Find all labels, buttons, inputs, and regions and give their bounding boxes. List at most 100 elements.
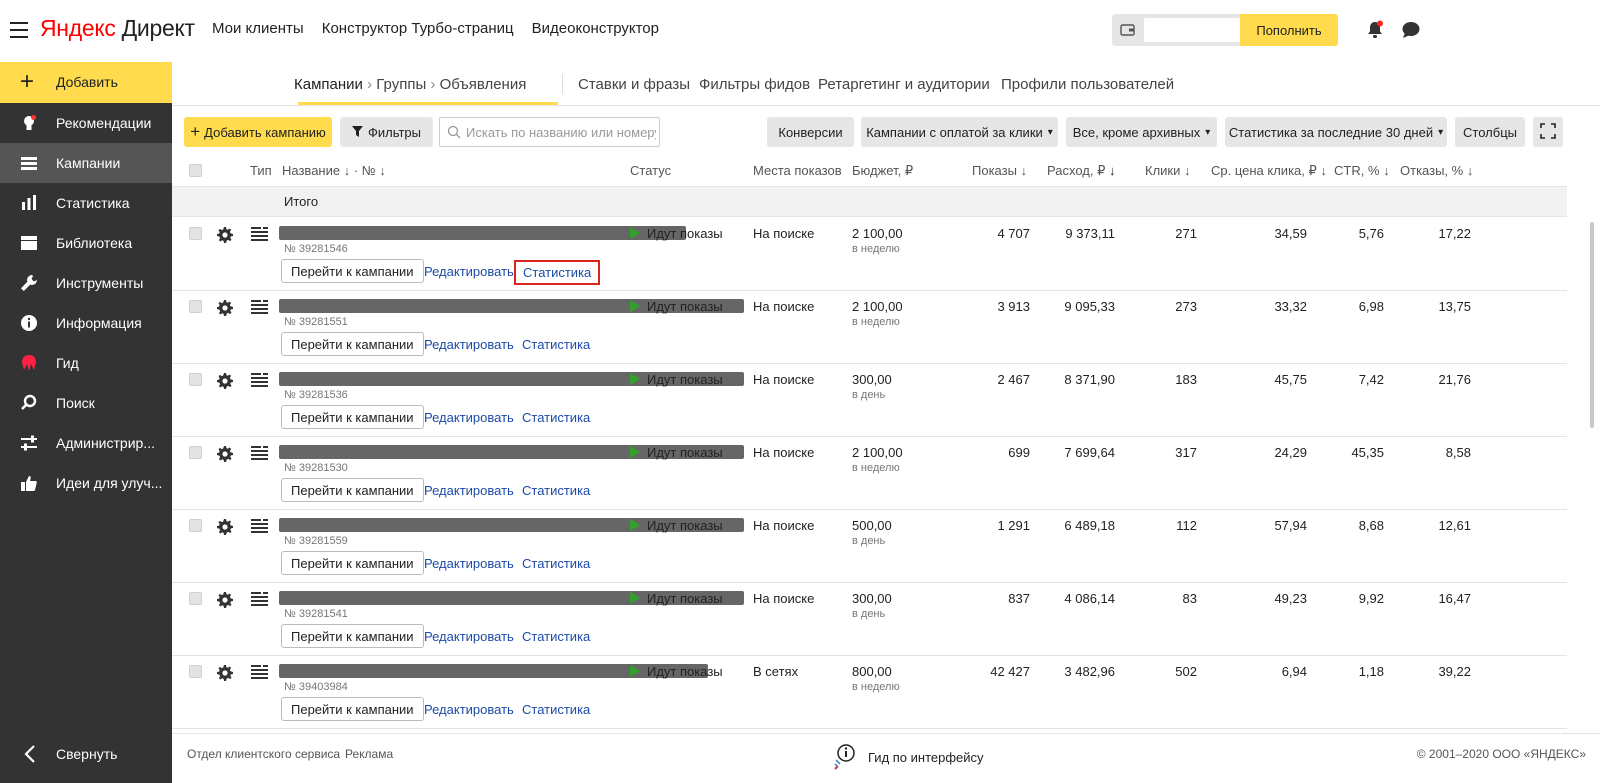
row-checkbox[interactable]	[189, 446, 202, 459]
tab-groups[interactable]: Группы	[376, 76, 426, 93]
search-input[interactable]	[466, 123, 656, 141]
edit-link[interactable]: Редактировать	[424, 264, 514, 279]
goto-campaign-button[interactable]: Перейти к кампании	[281, 332, 424, 356]
sidebar-item-statistics[interactable]: Статистика	[0, 183, 172, 223]
statistics-link[interactable]: Статистика	[522, 702, 590, 717]
archive-filter-dropdown[interactable]: Все, кроме архивных ▾	[1066, 117, 1217, 147]
chat-icon[interactable]	[1401, 21, 1421, 44]
sidebar-item-campaigns[interactable]: Кампании	[0, 143, 172, 183]
row-checkbox[interactable]	[189, 300, 202, 313]
footer-client-service-link[interactable]: Отдел клиентского сервиса	[187, 747, 340, 761]
row-checkbox[interactable]	[189, 373, 202, 386]
budget-period: в день	[852, 608, 886, 620]
text-ad-type-icon	[251, 446, 268, 463]
statistics-link[interactable]: Статистика	[522, 629, 590, 644]
nav-my-clients[interactable]: Мои клиенты	[212, 20, 304, 37]
statistics-link[interactable]: Статистика	[522, 337, 590, 352]
statistics-link[interactable]: Статистика	[522, 556, 590, 571]
col-cpc-sort[interactable]: Ср. цена клика, ₽ ↓	[1211, 163, 1327, 179]
goto-campaign-button[interactable]: Перейти к кампании	[281, 551, 424, 575]
row-checkbox[interactable]	[189, 665, 202, 678]
gear-icon[interactable]	[217, 300, 233, 319]
tab-feed-filters[interactable]: Фильтры фидов	[699, 76, 810, 93]
row-checkbox[interactable]	[189, 592, 202, 605]
statistics-link[interactable]: Статистика	[522, 410, 590, 425]
statistics-link[interactable]: Статистика	[514, 260, 601, 285]
tab-bids-phrases[interactable]: Ставки и фразы	[578, 76, 690, 93]
tab-retargeting[interactable]: Ретаргетинг и аудитории	[818, 76, 990, 93]
campaign-name-redacted[interactable]	[279, 226, 686, 240]
col-name-sort[interactable]: Название ↓ · № ↓	[282, 163, 386, 178]
edit-link[interactable]: Редактировать	[424, 483, 514, 498]
col-impressions-sort[interactable]: Показы ↓	[972, 163, 1027, 178]
bounce-value: 13,75	[1438, 299, 1471, 314]
footer-copyright: © 2001–2020 ООО «ЯНДЕКС»	[1416, 747, 1586, 761]
col-name: Название	[282, 163, 341, 178]
topup-button[interactable]: Пополнить	[1240, 14, 1338, 46]
footer-guide-link[interactable]: Гид по интерфейсу	[832, 742, 984, 773]
gear-icon[interactable]	[217, 373, 233, 392]
sidebar-add-button[interactable]: + Добавить	[0, 62, 172, 103]
payment-type-dropdown[interactable]: Кампании с оплатой за клики ▾	[861, 117, 1058, 147]
gear-icon[interactable]	[217, 446, 233, 465]
tab-ads[interactable]: Объявления	[440, 76, 527, 93]
row-checkbox[interactable]	[189, 227, 202, 240]
gear-icon[interactable]	[217, 519, 233, 538]
filters-button[interactable]: Фильтры	[340, 117, 433, 147]
menu-icon[interactable]	[10, 22, 28, 38]
bell-icon[interactable]	[1366, 20, 1384, 45]
sidebar-item-administration[interactable]: Администрир...	[0, 423, 172, 463]
sidebar-item-guide[interactable]: Гид	[0, 343, 172, 383]
sidebar-item-information[interactable]: Информация	[0, 303, 172, 343]
col-bounce-sort[interactable]: Отказы, % ↓	[1400, 163, 1473, 178]
gear-icon[interactable]	[217, 592, 233, 611]
sidebar: + Добавить Рекомендации Кампании Статист…	[0, 62, 172, 783]
gear-icon[interactable]	[217, 665, 233, 684]
sidebar-item-search[interactable]: Поиск	[0, 383, 172, 423]
table-row: № 39281551 Перейти к кампании Редактиров…	[172, 291, 1567, 364]
scrollbar-thumb[interactable]	[1590, 222, 1594, 428]
statistics-link[interactable]: Статистика	[522, 483, 590, 498]
edit-link[interactable]: Редактировать	[424, 410, 514, 425]
nav-video-builder[interactable]: Видеоконструктор	[532, 20, 659, 37]
conversions-button[interactable]: Конверсии	[767, 117, 854, 147]
sidebar-item-tools[interactable]: Инструменты	[0, 263, 172, 303]
sidebar-item-recommendations[interactable]: Рекомендации	[0, 103, 172, 143]
goto-campaign-button[interactable]: Перейти к кампании	[281, 624, 424, 648]
col-ctr-sort[interactable]: CTR, % ↓	[1334, 163, 1390, 178]
edit-link[interactable]: Редактировать	[424, 629, 514, 644]
campaign-number: № 39281551	[284, 316, 348, 328]
goto-campaign-button[interactable]: Перейти к кампании	[281, 478, 424, 502]
col-cost-sort[interactable]: Расход, ₽ ↓	[1047, 163, 1115, 179]
wallet-icon[interactable]	[1112, 14, 1144, 46]
sidebar-item-library[interactable]: Библиотека	[0, 223, 172, 263]
fullscreen-button[interactable]	[1533, 117, 1563, 147]
nav-turbo-builder[interactable]: Конструктор Турбо-страниц	[322, 20, 514, 37]
edit-link[interactable]: Редактировать	[424, 702, 514, 717]
logo[interactable]: Яндекс Директ	[40, 15, 195, 42]
sidebar-item-ideas[interactable]: Идеи для улуч...	[0, 463, 172, 503]
edit-link[interactable]: Редактировать	[424, 556, 514, 571]
goto-campaign-button[interactable]: Перейти к кампании	[281, 405, 424, 429]
tab-user-profiles[interactable]: Профили пользователей	[1001, 76, 1174, 93]
sidebar-item-label: Администрир...	[56, 435, 155, 451]
footer-ads-link[interactable]: Реклама	[345, 747, 393, 761]
row-checkbox[interactable]	[189, 519, 202, 532]
add-campaign-button[interactable]: + Добавить кампанию	[184, 117, 332, 147]
select-all-checkbox[interactable]	[189, 164, 202, 177]
goto-campaign-button[interactable]: Перейти к кампании	[281, 259, 424, 283]
budget-period: в день	[852, 535, 886, 547]
columns-button[interactable]: Столбцы	[1455, 117, 1525, 147]
stat-period-dropdown[interactable]: Статистика за последние 30 дней ▾	[1225, 117, 1447, 147]
placement-text: На поиске	[753, 518, 815, 533]
col-clicks-sort[interactable]: Клики ↓	[1145, 163, 1191, 178]
sort-icon: ↓	[1020, 163, 1028, 178]
tab-campaigns[interactable]: Кампании	[294, 76, 363, 93]
sort-icon: ↓	[1320, 163, 1327, 178]
tab-divider	[562, 74, 563, 94]
gear-icon[interactable]	[217, 227, 233, 246]
goto-campaign-button[interactable]: Перейти к кампании	[281, 697, 424, 721]
text-ad-type-icon	[251, 519, 268, 536]
edit-link[interactable]: Редактировать	[424, 337, 514, 352]
sidebar-collapse[interactable]: Свернуть	[0, 734, 172, 774]
